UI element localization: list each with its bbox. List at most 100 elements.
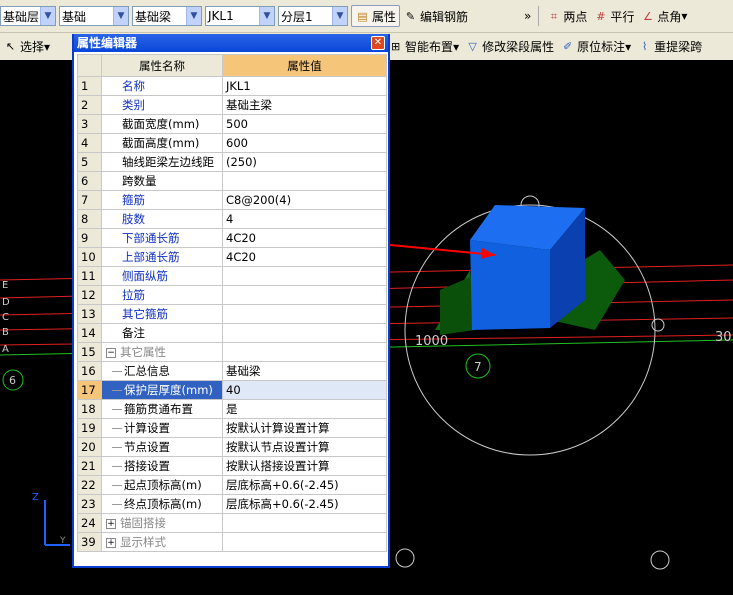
property-name-text: 截面高度(mm) — [122, 136, 200, 150]
property-value[interactable]: C8@200(4) — [222, 190, 387, 210]
property-value[interactable]: 是 — [222, 399, 387, 419]
property-value[interactable]: 层底标高+0.6(-2.45) — [222, 475, 387, 495]
property-name: 计算设置 — [101, 418, 223, 438]
dialog-title-bar[interactable]: 属性编辑器 ✕ — [74, 34, 388, 52]
modify-span-button[interactable]: ▽ 修改梁段属性 — [462, 36, 557, 58]
property-value[interactable] — [222, 304, 387, 324]
property-button[interactable]: ▤ 属性 — [351, 5, 401, 27]
property-value[interactable] — [222, 532, 387, 552]
property-value[interactable]: 4C20 — [222, 228, 387, 248]
property-name-text: 拉筋 — [122, 288, 145, 302]
close-icon[interactable]: ✕ — [371, 36, 385, 50]
property-value[interactable]: 按默认节点设置计算 — [222, 437, 387, 457]
expand-icon[interactable]: + — [106, 518, 116, 529]
axis-label: E — [2, 280, 8, 291]
property-icon: ▤ — [357, 9, 368, 23]
row-number: 1 — [77, 76, 102, 96]
property-name-text: 显示样式 — [120, 535, 166, 549]
property-value[interactable] — [222, 513, 387, 533]
property-value[interactable]: 基础主梁 — [222, 95, 387, 115]
row-number: 15 — [77, 342, 102, 362]
type-combo[interactable]: 基础梁 ▼ — [132, 6, 202, 26]
property-value[interactable]: 4 — [222, 209, 387, 229]
property-name: 箍筋贯通布置 — [101, 399, 223, 419]
property-name: 保护层厚度(mm) — [101, 380, 223, 400]
beam-3d — [470, 205, 585, 330]
property-value[interactable]: (250) — [222, 152, 387, 172]
property-value[interactable] — [222, 285, 387, 305]
more-button[interactable]: » — [521, 5, 534, 27]
table-row[interactable]: 7 箍筋 C8@200(4) — [77, 190, 387, 210]
point-angle-button[interactable]: ∠ 点角 ▾ — [637, 5, 690, 27]
table-row[interactable]: 12 拉筋 — [77, 285, 387, 305]
property-value[interactable]: JKL1 — [222, 76, 387, 96]
property-name: 搭接设置 — [101, 456, 223, 476]
category-combo[interactable]: 基础 ▼ — [59, 6, 129, 26]
table-row[interactable]: 18 箍筋贯通布置 是 — [77, 399, 387, 419]
parallel-button[interactable]: # 平行 — [590, 5, 637, 27]
property-value[interactable] — [222, 266, 387, 286]
property-name-text: 截面宽度(mm) — [122, 117, 200, 131]
table-row[interactable]: 19 计算设置 按默认计算设置计算 — [77, 418, 387, 438]
table-row[interactable]: 14 备注 — [77, 323, 387, 343]
table-row[interactable]: 4 截面高度(mm) 600 — [77, 133, 387, 153]
table-row[interactable]: 13 其它箍筋 — [77, 304, 387, 324]
in-situ-annotation-button[interactable]: ✐ 原位标注 ▾ — [557, 36, 634, 58]
property-value[interactable]: 按默认搭接设置计算 — [222, 456, 387, 476]
expand-icon[interactable]: + — [106, 537, 116, 548]
layer-combo[interactable]: 分层1 ▼ — [278, 6, 348, 26]
row-number: 10 — [77, 247, 102, 267]
table-row[interactable]: 11 侧面纵筋 — [77, 266, 387, 286]
property-value[interactable] — [222, 171, 387, 191]
table-row[interactable]: 9 下部通长筋 4C20 — [77, 228, 387, 248]
property-value[interactable]: 40 — [222, 380, 387, 400]
smart-layout-button[interactable]: ⊞ 智能布置 ▾ — [385, 36, 462, 58]
table-row[interactable]: 15− 其它属性 — [77, 342, 387, 362]
property-name-text: 箍筋 — [122, 193, 145, 207]
row-number: 7 — [77, 190, 102, 210]
select-button[interactable]: ↖ 选择 ▾ — [0, 36, 53, 58]
table-row[interactable]: 16 汇总信息 基础梁 — [77, 361, 387, 381]
property-value[interactable]: 基础梁 — [222, 361, 387, 381]
table-row[interactable]: 5 轴线距梁左边线距 (250) — [77, 152, 387, 172]
table-row[interactable]: 20 节点设置 按默认节点设置计算 — [77, 437, 387, 457]
axis-label: D — [2, 297, 10, 308]
table-row[interactable]: 23 终点顶标高(m) 层底标高+0.6(-2.45) — [77, 494, 387, 514]
table-row[interactable]: 17 保护层厚度(mm) 40 — [77, 380, 387, 400]
table-row[interactable]: 39 + 显示样式 — [77, 532, 387, 552]
element-combo[interactable]: JKL1 ▼ — [205, 6, 275, 26]
name-column-header: 属性名称 — [101, 54, 223, 77]
property-name-text: 名称 — [122, 79, 145, 93]
table-row[interactable]: 24 + 锚固搭接 — [77, 513, 387, 533]
table-row[interactable]: 21 搭接设置 按默认搭接设置计算 — [77, 456, 387, 476]
property-value[interactable] — [222, 323, 387, 343]
property-value[interactable] — [222, 342, 387, 362]
property-value[interactable]: 500 — [222, 114, 387, 134]
floor-combo[interactable]: 基础层 ▼ — [0, 6, 56, 26]
property-name-text: 类别 — [122, 98, 145, 112]
table-row[interactable]: 6 跨数量 — [77, 171, 387, 191]
z-axis-label: Z — [32, 492, 39, 503]
collapse-icon[interactable]: − — [106, 347, 116, 358]
chevron-down-icon: ▼ — [186, 7, 201, 25]
row-number: 3 — [77, 114, 102, 134]
table-row[interactable]: 8 肢数 4 — [77, 209, 387, 229]
property-value[interactable]: 600 — [222, 133, 387, 153]
table-row[interactable]: 2 类别 基础主梁 — [77, 95, 387, 115]
property-name-text: 上部通长筋 — [122, 250, 180, 264]
property-value[interactable]: 按默认计算设置计算 — [222, 418, 387, 438]
table-row[interactable]: 10 上部通长筋 4C20 — [77, 247, 387, 267]
two-point-button[interactable]: ⌗ 两点 — [543, 5, 590, 27]
table-row[interactable]: 1 名称 JKL1 — [77, 76, 387, 96]
annotate-icon: ✐ — [563, 40, 573, 53]
re-extract-span-button[interactable]: ⌇ 重提梁跨 — [634, 36, 705, 58]
property-name-text: 箍筋贯通布置 — [124, 402, 193, 416]
span-icon: ⌇ — [641, 40, 648, 53]
property-value[interactable]: 层底标高+0.6(-2.45) — [222, 494, 387, 514]
edit-rebar-button[interactable]: ✎ 编辑钢筋 — [400, 5, 471, 27]
table-row[interactable]: 3 截面宽度(mm) 500 — [77, 114, 387, 134]
ucs-axes: Z Y — [32, 492, 70, 546]
property-name-text: 保护层厚度(mm) — [124, 383, 213, 397]
property-value[interactable]: 4C20 — [222, 247, 387, 267]
table-row[interactable]: 22 起点顶标高(m) 层底标高+0.6(-2.45) — [77, 475, 387, 495]
